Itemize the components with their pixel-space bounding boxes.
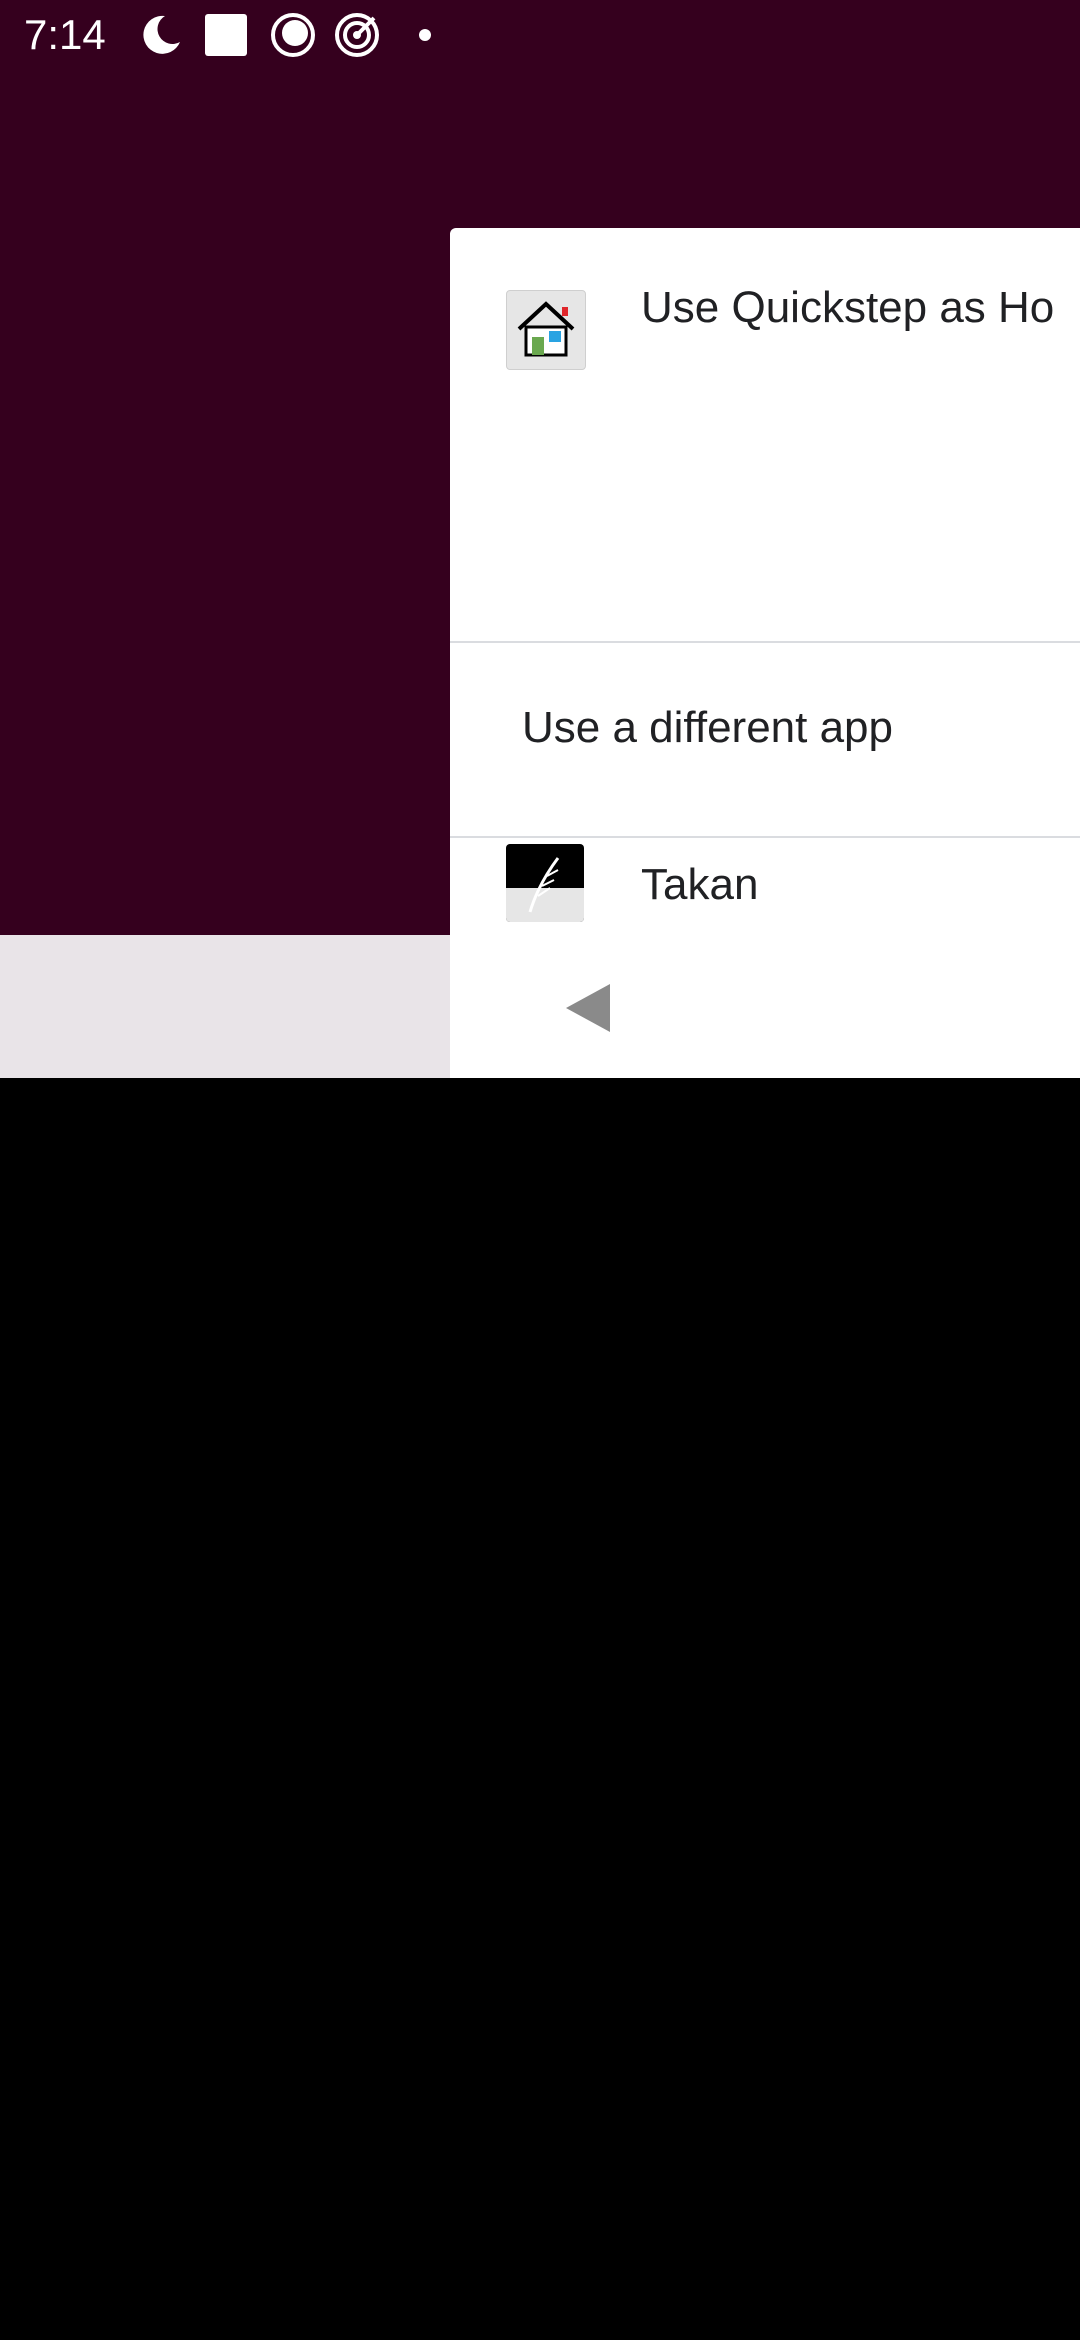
do-not-disturb-icon: [143, 15, 180, 54]
default-home-app-chooser-sheet: Use Quickstep as Ho Use a different app …: [450, 228, 1080, 1078]
use-different-app-label: Use a different app: [522, 703, 893, 752]
divider: [450, 641, 1080, 643]
status-time: 7:14: [24, 11, 106, 58]
square-notification-icon: [205, 14, 247, 56]
target-icon: [335, 13, 379, 57]
sync-circle-icon: [271, 13, 315, 57]
home-launcher-icon: [506, 290, 586, 370]
device-screen: 7:14 Use Quickstep as Ho Use a different…: [0, 0, 1080, 1078]
back-triangle-icon[interactable]: [558, 978, 618, 1038]
divider: [450, 836, 1080, 838]
app-item-takan[interactable]: Takan: [450, 840, 1080, 960]
app-list: Takan: [450, 840, 1080, 960]
takan-feather-icon: [506, 844, 584, 922]
default-option-quickstep[interactable]: Use Quickstep as Ho: [450, 228, 1080, 643]
app-item-label: Takan: [641, 860, 759, 909]
status-bar: 7:14: [0, 0, 1080, 72]
dot-icon: [419, 29, 431, 41]
default-option-label: Use Quickstep as Ho: [641, 283, 1055, 332]
